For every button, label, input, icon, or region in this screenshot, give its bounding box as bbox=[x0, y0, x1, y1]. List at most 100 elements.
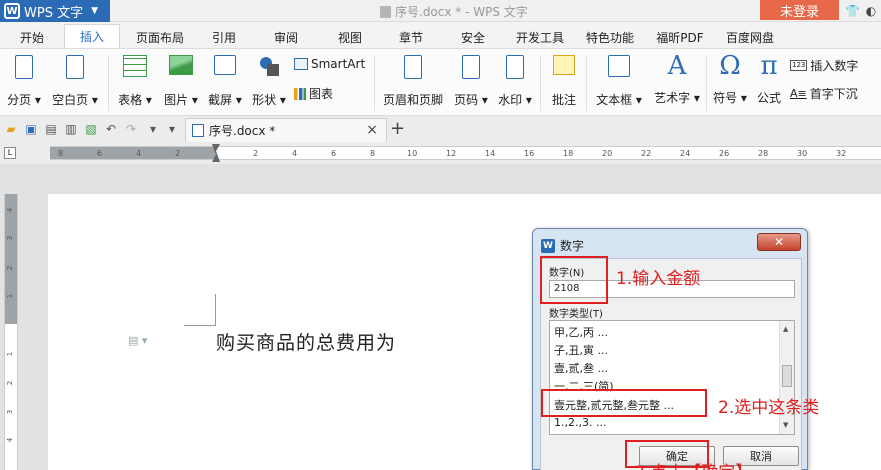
more-icon[interactable]: ▾ bbox=[165, 122, 179, 136]
wps-app-menu-button[interactable]: W WPS 文字 ▼ bbox=[0, 0, 110, 22]
ribbon-separator bbox=[706, 55, 707, 111]
chart-label: 图表 bbox=[309, 87, 334, 101]
ruler-tick: 8 bbox=[58, 149, 64, 158]
list-item[interactable]: 壹,贰,叁 ... bbox=[554, 360, 608, 376]
tab-baidu-netdisk[interactable]: 百度网盘 bbox=[720, 26, 780, 48]
login-button[interactable]: 未登录 bbox=[760, 0, 839, 20]
close-icon[interactable]: × bbox=[366, 122, 378, 138]
tab-review[interactable]: 审阅 bbox=[262, 26, 310, 48]
insert-number-button[interactable]: 123 插入数字 bbox=[790, 57, 858, 74]
tab-view[interactable]: 视图 bbox=[326, 26, 374, 48]
save-icon[interactable]: ▣ bbox=[24, 122, 38, 136]
print-icon[interactable]: ▥ bbox=[64, 122, 78, 136]
page-number-button[interactable]: 页码 ▾ bbox=[450, 55, 492, 115]
ribbon-separator bbox=[374, 55, 375, 111]
horizontal-ruler[interactable]: 8 6 4 2 2 4 6 8 10 12 14 16 18 20 22 24 … bbox=[50, 144, 881, 162]
wordart-label: 艺术字 ▾ bbox=[654, 91, 700, 105]
ruler-tick: 20 bbox=[602, 149, 613, 158]
picture-button[interactable]: 图片 ▾ bbox=[160, 55, 202, 115]
chevron-down-icon[interactable]: ▾ bbox=[146, 122, 160, 136]
omega-icon: Ω bbox=[719, 51, 741, 81]
annotation-step-2: 2.选中这条类 bbox=[718, 398, 820, 418]
tab-insert[interactable]: 插入 bbox=[64, 24, 120, 48]
ruler-tick: 1 bbox=[6, 293, 15, 299]
watermark-button[interactable]: 水印 ▾ bbox=[494, 55, 536, 115]
annotation-step-1: 1.输入金额 bbox=[616, 269, 701, 289]
skin-icon[interactable]: ◐ bbox=[864, 4, 878, 18]
print-preview-icon[interactable]: ▤ bbox=[44, 122, 58, 136]
tab-developer[interactable]: 开发工具 bbox=[510, 26, 570, 48]
ruler-tick: 10 bbox=[407, 149, 418, 158]
table-label: 表格 ▾ bbox=[118, 93, 152, 107]
document-text[interactable]: 购买商品的总费用为 bbox=[216, 328, 396, 355]
picture-label: 图片 ▾ bbox=[164, 93, 198, 107]
ruler-tick: 3 bbox=[6, 235, 15, 241]
wordart-button[interactable]: A 艺术字 ▾ bbox=[650, 53, 704, 113]
tab-chapter[interactable]: 章节 bbox=[387, 26, 435, 48]
blank-page-label: 空白页 ▾ bbox=[52, 93, 98, 107]
ruler-tick: 4 bbox=[292, 149, 298, 158]
tab-home[interactable]: 开始 bbox=[10, 26, 54, 48]
tab-security[interactable]: 安全 bbox=[449, 26, 497, 48]
scroll-up-icon[interactable]: ▲ bbox=[783, 325, 788, 333]
open-folder-icon[interactable]: ▰ bbox=[4, 122, 18, 136]
ruler-tick: 16 bbox=[524, 149, 535, 158]
wps-logo-icon: W bbox=[4, 3, 20, 19]
smartart-button[interactable]: SmartArt bbox=[294, 57, 365, 71]
export-icon[interactable]: ▧ bbox=[84, 122, 98, 136]
title-bar: W WPS 文字 ▼ 序号.docx * - WPS 文字 未登录 👕 ◐ bbox=[0, 0, 881, 22]
tab-foxit-pdf[interactable]: 福昕PDF bbox=[650, 26, 710, 48]
menu-bar: 开始 插入 页面布局 引用 审阅 视图 章节 安全 开发工具 特色功能 福昕PD… bbox=[0, 22, 881, 48]
screenshot-label: 截屏 ▾ bbox=[208, 93, 242, 107]
ruler-tick: 32 bbox=[836, 149, 847, 158]
comment-icon bbox=[553, 55, 575, 75]
ruler-tick: 26 bbox=[719, 149, 730, 158]
wordart-icon: A bbox=[667, 51, 687, 81]
document-tab-bar: ▰ ▣ ▤ ▥ ▧ ↶ ↷ ▾ ▾ 序号.docx * × + bbox=[0, 116, 881, 142]
ruler-tick: 1 bbox=[6, 351, 15, 357]
shape-button[interactable]: 形状 ▾ bbox=[248, 55, 290, 115]
vertical-ruler[interactable]: 4 3 2 1 1 2 3 4 bbox=[4, 194, 18, 470]
undo-icon[interactable]: ↶ bbox=[104, 122, 118, 136]
paragraph-menu-icon[interactable]: ▤ ▾ bbox=[128, 334, 147, 347]
blank-page-button[interactable]: 空白页 ▾ bbox=[50, 55, 100, 115]
new-tab-icon[interactable]: + bbox=[390, 118, 405, 139]
formula-button[interactable]: π 公式 bbox=[752, 53, 786, 113]
list-item[interactable]: 子,丑,寅 ... bbox=[554, 342, 608, 358]
textbox-button[interactable]: 文本框 ▾ bbox=[592, 55, 646, 115]
document-tab-label: 序号.docx * bbox=[209, 124, 276, 138]
scroll-down-icon[interactable]: ▼ bbox=[783, 421, 788, 429]
list-item[interactable]: 1.,2.,3. ... bbox=[554, 416, 606, 429]
symbol-button[interactable]: Ω 符号 ▾ bbox=[710, 53, 750, 113]
tab-references[interactable]: 引用 bbox=[200, 26, 248, 48]
ruler-tick: 6 bbox=[97, 149, 103, 158]
list-item[interactable]: 甲,乙,丙 ... bbox=[554, 324, 608, 340]
scroll-thumb[interactable] bbox=[782, 365, 792, 387]
shirt-icon[interactable]: 👕 bbox=[845, 4, 860, 18]
tab-page-layout[interactable]: 页面布局 bbox=[130, 26, 190, 48]
tab-document[interactable]: 序号.docx * × bbox=[185, 118, 387, 142]
insert-number-label: 插入数字 bbox=[810, 59, 859, 73]
chart-button[interactable]: 图表 bbox=[294, 85, 333, 102]
comment-button[interactable]: 批注 bbox=[546, 55, 582, 115]
tab-stop-selector[interactable]: L bbox=[4, 147, 16, 159]
screenshot-button[interactable]: 截屏 ▾ bbox=[204, 55, 246, 115]
ruler-tick: 2 bbox=[6, 380, 15, 386]
tab-features[interactable]: 特色功能 bbox=[580, 26, 640, 48]
ruler-tick: 4 bbox=[136, 149, 142, 158]
ruler-tick: 30 bbox=[797, 149, 808, 158]
ruler-tick: 4 bbox=[6, 207, 15, 213]
redo-icon[interactable]: ↷ bbox=[124, 122, 138, 136]
header-footer-button[interactable]: 页眉和页脚 bbox=[380, 55, 446, 115]
watermark-icon bbox=[506, 55, 524, 79]
page-break-button[interactable]: 分页 ▾ bbox=[4, 55, 44, 115]
drop-cap-button[interactable]: A≡ 首字下沉 bbox=[790, 85, 858, 102]
ruler-margin bbox=[5, 194, 17, 324]
screenshot-icon bbox=[214, 55, 236, 75]
table-button[interactable]: 表格 ▾ bbox=[114, 55, 156, 115]
ruler-tick: 22 bbox=[641, 149, 652, 158]
close-button[interactable]: ✕ bbox=[757, 233, 801, 251]
picture-icon bbox=[169, 55, 193, 75]
table-icon bbox=[123, 55, 147, 77]
chevron-down-icon: ▼ bbox=[91, 6, 98, 16]
